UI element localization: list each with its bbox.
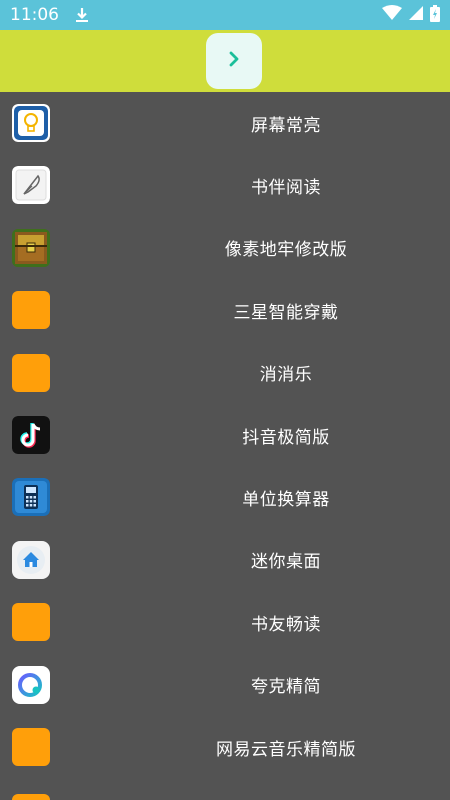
list-item-pixel-dungeon[interactable]: 像素地牢修改版 [0, 217, 450, 279]
orange-placeholder-icon [12, 727, 50, 766]
orange-placeholder-icon [12, 603, 50, 642]
orange-placeholder-icon [12, 291, 50, 330]
list-item-douyin-lite[interactable]: 抖音极简版 [0, 404, 450, 466]
app-screen: 11:06 屏幕常亮 书伴阅读 像素地牢修改版 三星智能穿戴 消消乐 抖音极简版… [0, 0, 450, 800]
list-item-samsung-wearable[interactable]: 三星智能穿戴 [0, 279, 450, 341]
list-item-xiaoxiaole[interactable]: 消消乐 [0, 342, 450, 404]
app-list: 屏幕常亮 书伴阅读 像素地牢修改版 三星智能穿戴 消消乐 抖音极简版 单位换算器… [0, 92, 450, 778]
status-time: 11:06 [10, 5, 59, 25]
calculator-icon [12, 478, 50, 517]
list-item-label: 屏幕常亮 [251, 115, 321, 136]
list-item-label: 三星智能穿戴 [233, 302, 339, 323]
status-bar: 11:06 [0, 0, 450, 30]
list-item-label: 单位换算器 [242, 490, 330, 511]
list-item-quark-lite[interactable]: 夸克精简 [0, 654, 450, 716]
orange-placeholder-icon [12, 353, 50, 392]
battery-icon [430, 4, 440, 26]
list-item-label: 像素地牢修改版 [224, 240, 348, 261]
list-item-netease-music-lite[interactable]: 网易云音乐精简版 [0, 716, 450, 778]
list-item-label: 书伴阅读 [251, 178, 321, 199]
next-button[interactable] [206, 33, 262, 89]
list-item-label: 消消乐 [259, 365, 313, 386]
list-item-label: 网易云音乐精简版 [216, 739, 356, 760]
list-item-book-friend[interactable]: 书友畅读 [0, 591, 450, 653]
tiktok-icon [12, 415, 50, 454]
signal-icon [408, 5, 424, 25]
list-item-unit-converter[interactable]: 单位换算器 [0, 466, 450, 528]
download-icon [75, 7, 89, 23]
list-item-book-reader[interactable]: 书伴阅读 [0, 154, 450, 216]
list-item-screen-on[interactable]: 屏幕常亮 [0, 92, 450, 154]
home-icon [12, 540, 50, 579]
treasure-chest-icon [12, 228, 50, 267]
chevron-right-icon [225, 50, 243, 72]
list-item-label: 书友畅读 [251, 614, 321, 635]
orange-placeholder-icon [12, 794, 50, 800]
list-item-label: 抖音极简版 [242, 427, 330, 448]
status-icons [382, 4, 440, 26]
feather-pen-icon [12, 166, 50, 205]
lightbulb-icon [12, 104, 50, 142]
quark-icon [12, 665, 50, 704]
list-item-label: 迷你桌面 [251, 552, 321, 573]
header-bar [0, 30, 450, 92]
list-item-label: 夸克精简 [251, 677, 321, 698]
wifi-icon [382, 5, 402, 25]
list-item-mini-desktop[interactable]: 迷你桌面 [0, 529, 450, 591]
